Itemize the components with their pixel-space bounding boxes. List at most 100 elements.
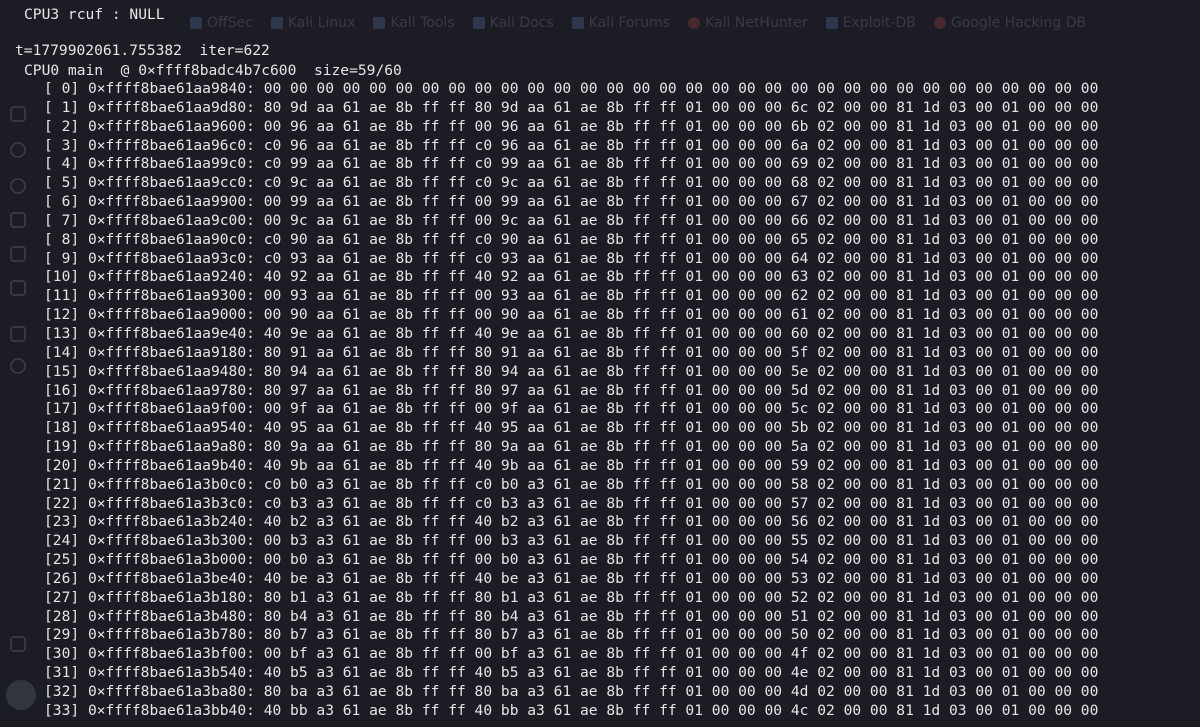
row-bytes: 00 b3 a3 61 ae 8b ff ff 00 b3 a3 61 ae 8… [263,532,1099,550]
row-address: 0×ffff8bae61aa9480: [87,362,255,380]
row-index: [27] [44,588,80,606]
row-bytes: 80 94 aa 61 ae 8b ff ff 80 94 aa 61 ae 8… [263,362,1099,380]
row-address: 0×ffff8bae61aa9e40: [87,324,255,342]
search-icon [10,142,26,158]
hex-dump-row: [24] 0×ffff8bae61a3b300: 00 b3 a3 61 ae … [44,532,1184,551]
row-index: [23] [44,513,80,531]
hex-dump-row: [ 7] 0×ffff8bae61aa9c00: 00 9c aa 61 ae … [44,212,1184,231]
plus-icon [10,106,26,122]
bookmark-item: Google Hacking DB [933,12,1086,34]
hex-dump-row: [28] 0×ffff8bae61a3b480: 80 b4 a3 61 ae … [44,608,1184,627]
row-bytes: 40 be a3 61 ae 8b ff ff 40 be a3 61 ae 8… [263,569,1099,587]
row-index: [24] [44,532,80,550]
hex-dump-row: [30] 0×ffff8bae61a3bf00: 00 bf a3 61 ae … [44,645,1184,664]
timestamp-line: t=1779902061.755382 iter=622 [15,42,270,59]
row-index: [30] [44,645,80,663]
row-address: 0×ffff8bae61a3bb40: [87,701,255,719]
hex-dump-row: [21] 0×ffff8bae61a3b0c0: c0 b0 a3 61 ae … [44,476,1184,495]
row-bytes: 80 b1 a3 61 ae 8b ff ff 80 b1 a3 61 ae 8… [263,588,1099,606]
row-index: [ 6] [44,193,80,211]
row-bytes: 00 99 aa 61 ae 8b ff ff 00 99 aa 61 ae 8… [263,193,1099,211]
hex-dump-row: [11] 0×ffff8bae61aa9300: 00 93 aa 61 ae … [44,287,1184,306]
hex-dump-row: [ 2] 0×ffff8bae61aa9600: 00 96 aa 61 ae … [44,118,1184,137]
hex-dump-row: [12] 0×ffff8bae61aa9000: 00 90 aa 61 ae … [44,306,1184,325]
row-bytes: 00 b0 a3 61 ae 8b ff ff 00 b0 a3 61 ae 8… [263,551,1099,569]
row-index: [10] [44,268,80,286]
row-address: 0×ffff8bae61aa9300: [87,287,255,305]
hex-dump-row: [ 6] 0×ffff8bae61aa9900: 00 99 aa 61 ae … [44,193,1184,212]
bookmark-label: Kali Tools [390,15,455,31]
rcu-status-line: CPU3 rcuf : NULL [24,6,165,23]
row-address: 0×ffff8bae61aa9900: [87,193,255,211]
row-address: 0×ffff8bae61a3bf00: [87,645,255,663]
hex-dump-row: [25] 0×ffff8bae61a3b000: 00 b0 a3 61 ae … [44,551,1184,570]
row-address: 0×ffff8bae61aa9d80: [87,98,255,116]
row-index: [19] [44,438,80,456]
row-address: 0×ffff8bae61aa9840: [87,80,255,97]
row-bytes: c0 96 aa 61 ae 8b ff ff c0 96 aa 61 ae 8… [263,136,1099,154]
grid-icon [10,246,26,262]
row-index: [14] [44,343,80,361]
row-index: [25] [44,551,80,569]
row-bytes: 40 b2 a3 61 ae 8b ff ff 40 b2 a3 61 ae 8… [263,513,1099,531]
background-side-dock [6,96,32,716]
row-address: 0×ffff8bae61a3be40: [87,569,255,587]
hex-dump-table: [ 0] 0×ffff8bae61aa9840: 00 00 00 00 00 … [44,80,1184,721]
exploitdb-icon [825,17,838,29]
terminal-window[interactable]: OffSec Kali Linux Kali Tools Kali Docs Kali … [0,0,1200,727]
hex-dump-row: [22] 0×ffff8bae61a3b3c0: c0 b3 a3 61 ae … [44,495,1184,514]
briefcase-icon [10,280,26,296]
row-index: [29] [44,626,80,644]
row-bytes: 00 bf a3 61 ae 8b ff ff 00 bf a3 61 ae 8… [263,645,1099,663]
row-index: [ 2] [44,117,80,135]
row-address: 0×ffff8bae61a3ba80: [87,683,255,700]
row-address: 0×ffff8bae61a3b300: [87,532,255,550]
row-address: 0×ffff8bae61aa9180: [87,343,255,361]
bookmark-item: Exploit-DB [825,12,916,34]
row-address: 0×ffff8bae61aa9780: [87,381,255,399]
row-bytes: 00 9f aa 61 ae 8b ff ff 00 9f aa 61 ae 8… [263,400,1099,418]
row-address: 0×ffff8bae61a3b480: [87,607,255,625]
row-index: [17] [44,400,80,418]
row-bytes: 40 92 aa 61 ae 8b ff ff 40 92 aa 61 ae 8… [263,268,1099,286]
hex-dump-row: [26] 0×ffff8bae61a3be40: 40 be a3 61 ae … [44,570,1184,589]
background-bookmarks-bar: OffSec Kali Linux Kali Tools Kali Docs Kali … [190,12,1104,34]
row-address: 0×ffff8bae61a3b180: [87,588,255,606]
window-icon [10,212,26,228]
row-bytes: c0 99 aa 61 ae 8b ff ff c0 99 aa 61 ae 8… [263,155,1099,173]
palette-icon [10,358,26,374]
hex-dump-row: [ 3] 0×ffff8bae61aa96c0: c0 96 aa 61 ae … [44,137,1184,156]
bookmark-item: Kali Tools [373,12,455,34]
row-index: [31] [44,664,80,682]
row-index: [11] [44,287,80,305]
bookmark-label: Kali NetHunter [705,15,808,31]
kali-icon [571,17,584,29]
row-address: 0×ffff8bae61a3b240: [87,513,255,531]
row-bytes: 40 b5 a3 61 ae 8b ff ff 40 b5 a3 61 ae 8… [263,664,1099,682]
row-index: [33] [44,701,80,719]
row-bytes: 80 97 aa 61 ae 8b ff ff 80 97 aa 61 ae 8… [263,381,1099,399]
profile-icon [10,178,26,194]
bookmark-item: Kali NetHunter [688,12,808,34]
hex-dump-row: [17] 0×ffff8bae61aa9f00: 00 9f aa 61 ae … [44,400,1184,419]
row-bytes: 80 9a aa 61 ae 8b ff ff 80 9a aa 61 ae 8… [263,438,1099,456]
row-address: 0×ffff8bae61aa9540: [87,419,255,437]
row-index: [15] [44,362,80,380]
row-address: 0×ffff8bae61a3b000: [87,551,255,569]
hex-dump-row: [ 1] 0×ffff8bae61aa9d80: 80 9d aa 61 ae … [44,99,1184,118]
row-index: [18] [44,419,80,437]
row-bytes: c0 90 aa 61 ae 8b ff ff c0 90 aa 61 ae 8… [263,230,1099,248]
row-bytes: 80 b7 a3 61 ae 8b ff ff 80 b7 a3 61 ae 8… [263,626,1099,644]
row-index: [20] [44,456,80,474]
row-address: 0×ffff8bae61aa93c0: [87,249,255,267]
row-index: [ 9] [44,249,80,267]
row-index: [22] [44,494,80,512]
hex-dump-row: [20] 0×ffff8bae61aa9b40: 40 9b aa 61 ae … [44,457,1184,476]
row-bytes: 00 9c aa 61 ae 8b ff ff 00 9c aa 61 ae 8… [263,211,1099,229]
hex-dump-row: [ 0] 0×ffff8bae61aa9840: 00 00 00 00 00 … [44,80,1184,99]
hex-dump-row: [ 8] 0×ffff8bae61aa90c0: c0 90 aa 61 ae … [44,231,1184,250]
hex-dump-row: [15] 0×ffff8bae61aa9480: 80 94 aa 61 ae … [44,363,1184,382]
code-icon [10,326,26,342]
hex-dump-row: [27] 0×ffff8bae61a3b180: 80 b1 a3 61 ae … [44,589,1184,608]
bookmark-item: OffSec [190,12,253,34]
